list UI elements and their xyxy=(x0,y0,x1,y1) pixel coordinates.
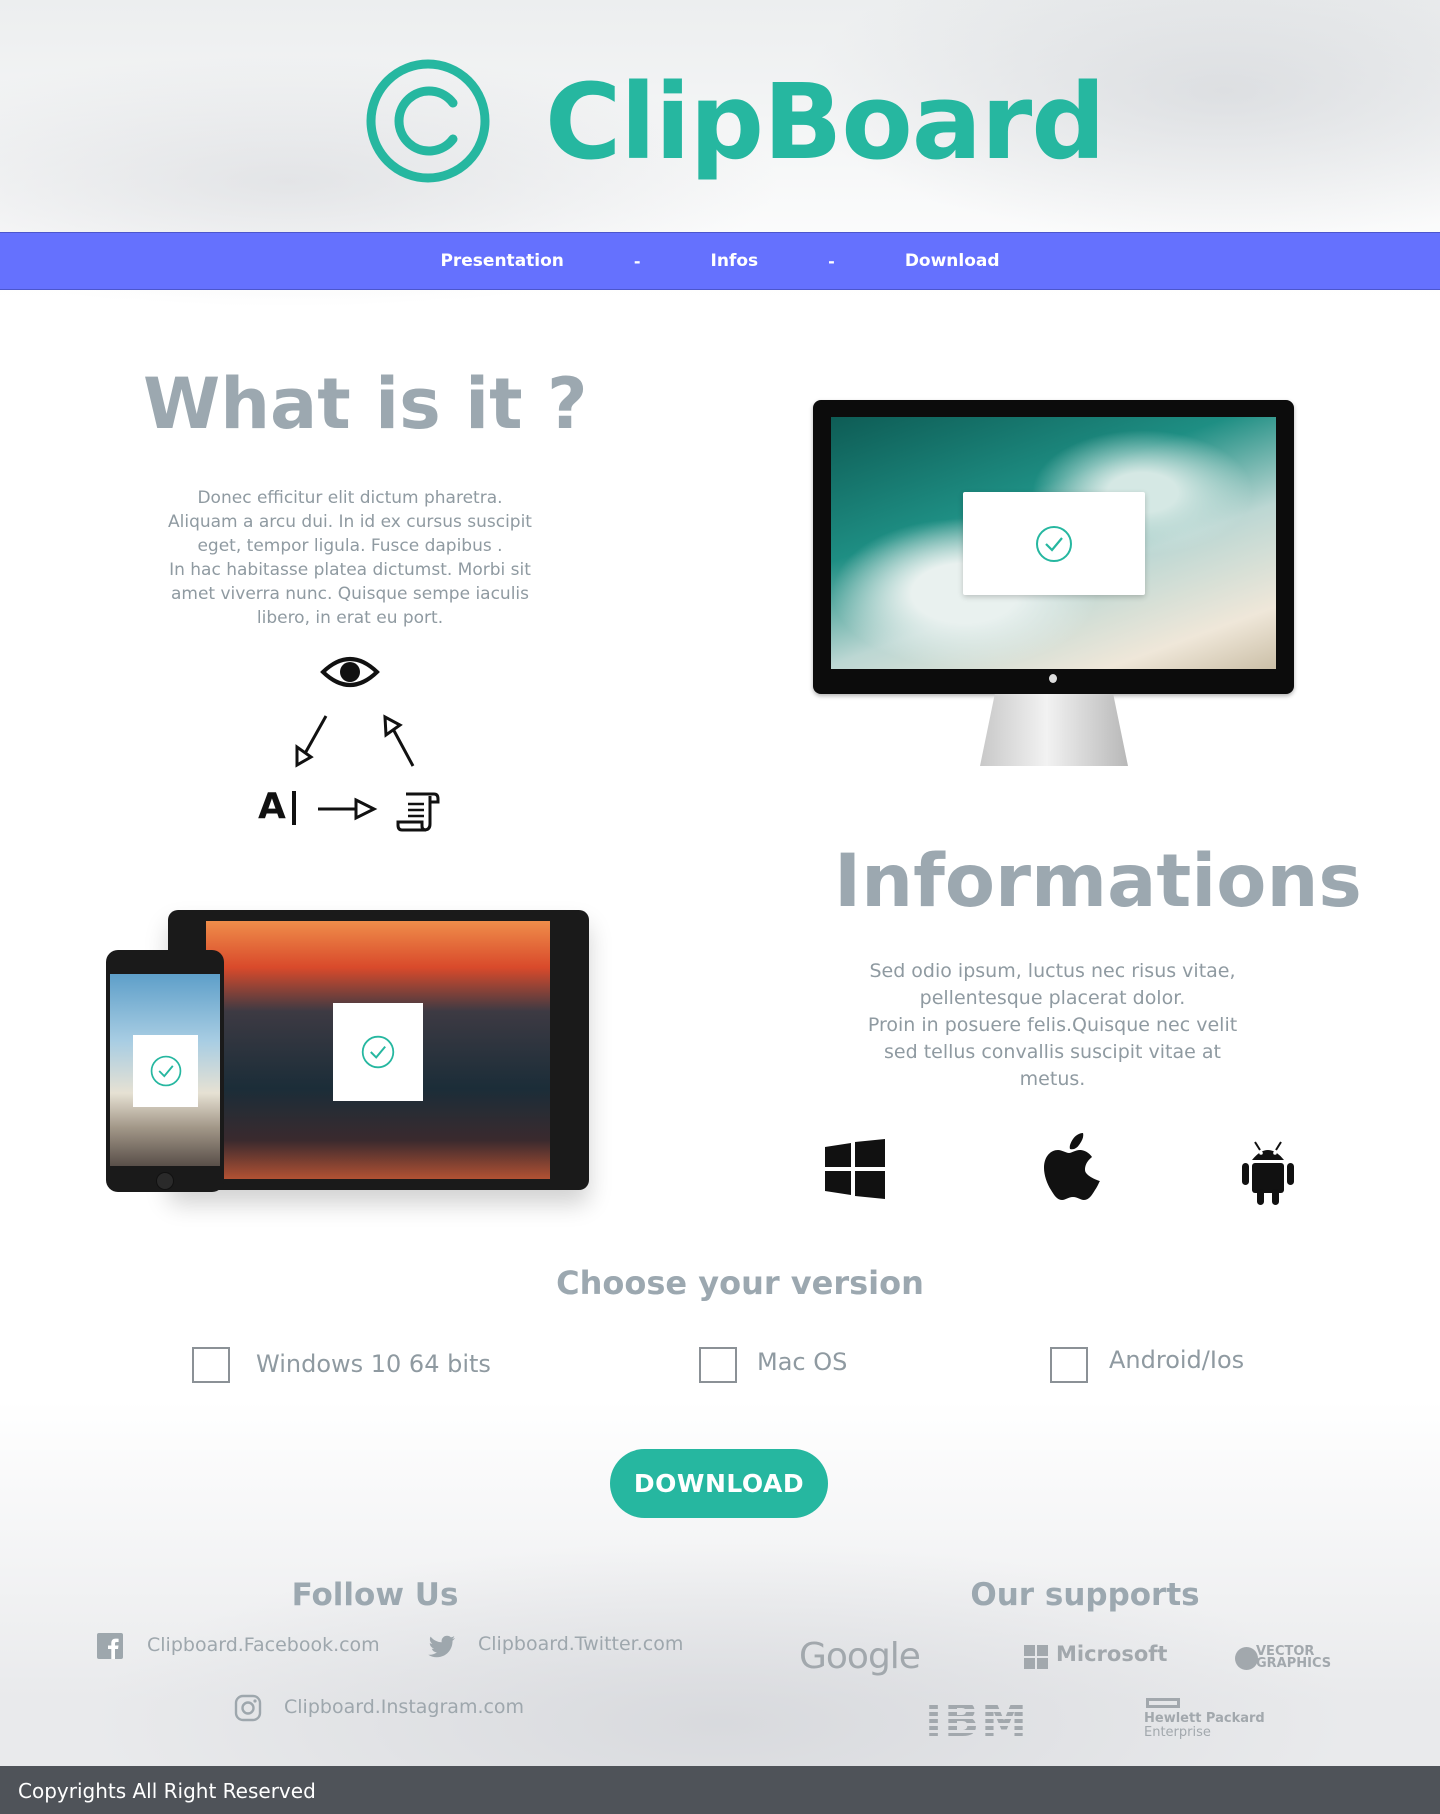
scroll-document-icon xyxy=(396,792,440,832)
ai-letter: A xyxy=(258,786,286,827)
apple-logo-small xyxy=(1049,674,1057,683)
nav-infos[interactable]: Infos xyxy=(711,251,759,271)
info-line: Proin in posuere felis.Quisque nec velit xyxy=(867,1014,1238,1036)
what-line: Aliquam a arcu dui. In id ex cursus susc… xyxy=(168,512,532,532)
what-line: amet viverra nunc. Quisque sempe iaculis xyxy=(170,584,530,604)
supports-title: Our supports xyxy=(970,1577,1200,1613)
brand-name: ClipBoard xyxy=(545,61,1106,183)
microsoft-logo-icon xyxy=(1024,1645,1048,1669)
check-circle-icon xyxy=(150,1055,182,1087)
google-logo: Google xyxy=(799,1636,921,1677)
android-icon xyxy=(1242,1141,1294,1205)
info-line: Sed odio ipsum, luctus nec risus vitae, xyxy=(869,960,1236,982)
nav-presentation[interactable]: Presentation xyxy=(440,251,563,271)
arrow-icon xyxy=(383,714,415,767)
vector-graphics-logo: VECTOR GRAPHICS xyxy=(1256,1645,1332,1671)
download-button[interactable]: DOWNLOAD xyxy=(610,1449,828,1518)
ibm-logo: IBM xyxy=(925,1693,1029,1747)
microsoft-logo: Microsoft xyxy=(1056,1642,1168,1666)
vector-line: GRAPHICS xyxy=(1256,1656,1332,1671)
info-line: metus. xyxy=(1019,1068,1086,1090)
what-line: libero, in erat eu port. xyxy=(256,608,444,628)
what-line: eget, tempor ligula. Fusce dapibus . xyxy=(197,536,503,556)
info-line: sed tellus convallis suscipit vitae at xyxy=(884,1041,1221,1063)
version-title: Choose your version xyxy=(556,1264,924,1302)
copyright-icon xyxy=(366,59,490,183)
success-card xyxy=(133,1035,198,1107)
arrow-icon xyxy=(295,715,328,768)
phone-home-button xyxy=(156,1172,174,1190)
twitter-icon[interactable] xyxy=(428,1635,456,1659)
check-circle-icon xyxy=(361,1035,395,1069)
twitter-link[interactable]: Clipboard.Twitter.com xyxy=(478,1633,683,1655)
info-title: Informations xyxy=(834,839,1362,924)
what-description: Donec efficitur elit dictum pharetra. Al… xyxy=(150,486,550,630)
check-circle-icon xyxy=(1036,526,1072,562)
arrow-icon xyxy=(318,797,378,821)
info-description: Sed odio ipsum, luctus nec risus vitae, … xyxy=(850,958,1255,1093)
hpe-line: Enterprise xyxy=(1144,1725,1211,1740)
eye-icon xyxy=(320,657,380,687)
hpe-logo: Hewlett Packard Enterprise xyxy=(1144,1712,1265,1740)
instagram-icon[interactable] xyxy=(234,1694,262,1722)
instagram-link[interactable]: Clipboard.Instagram.com xyxy=(284,1696,524,1718)
nav-download[interactable]: Download xyxy=(905,251,1000,271)
success-card xyxy=(333,1003,423,1101)
hpe-line: Hewlett Packard xyxy=(1144,1711,1265,1726)
apple-icon xyxy=(1044,1133,1100,1200)
follow-title: Follow Us xyxy=(291,1577,459,1613)
main-nav: Presentation - Infos - Download xyxy=(0,232,1440,290)
what-line: Donec efficitur elit dictum pharetra. xyxy=(197,488,503,508)
android-ios-checkbox[interactable] xyxy=(1050,1347,1088,1383)
vector-graphics-icon xyxy=(1235,1647,1258,1670)
windows-checkbox[interactable] xyxy=(192,1347,230,1383)
what-title: What is it ? xyxy=(143,363,588,445)
copyright-text: Copyrights All Right Reserved xyxy=(18,1779,316,1803)
ai-text-icon: A xyxy=(258,787,296,827)
windows-option-label: Windows 10 64 bits xyxy=(256,1350,491,1378)
android-ios-option-label: Android/Ios xyxy=(1109,1346,1245,1374)
what-line: In hac habitasse platea dictumst. Morbi … xyxy=(169,560,531,580)
info-line: pellentesque placerat dolor. xyxy=(919,987,1186,1009)
facebook-icon[interactable] xyxy=(97,1633,123,1659)
macos-checkbox[interactable] xyxy=(699,1347,737,1383)
facebook-link[interactable]: Clipboard.Facebook.com xyxy=(147,1634,380,1656)
hpe-logo-icon xyxy=(1146,1698,1180,1708)
macos-option-label: Mac OS xyxy=(757,1348,848,1376)
success-card xyxy=(963,492,1145,595)
nav-separator: - xyxy=(633,251,641,271)
nav-separator: - xyxy=(828,251,835,271)
windows-icon xyxy=(825,1139,885,1199)
monitor-stand xyxy=(980,694,1128,766)
